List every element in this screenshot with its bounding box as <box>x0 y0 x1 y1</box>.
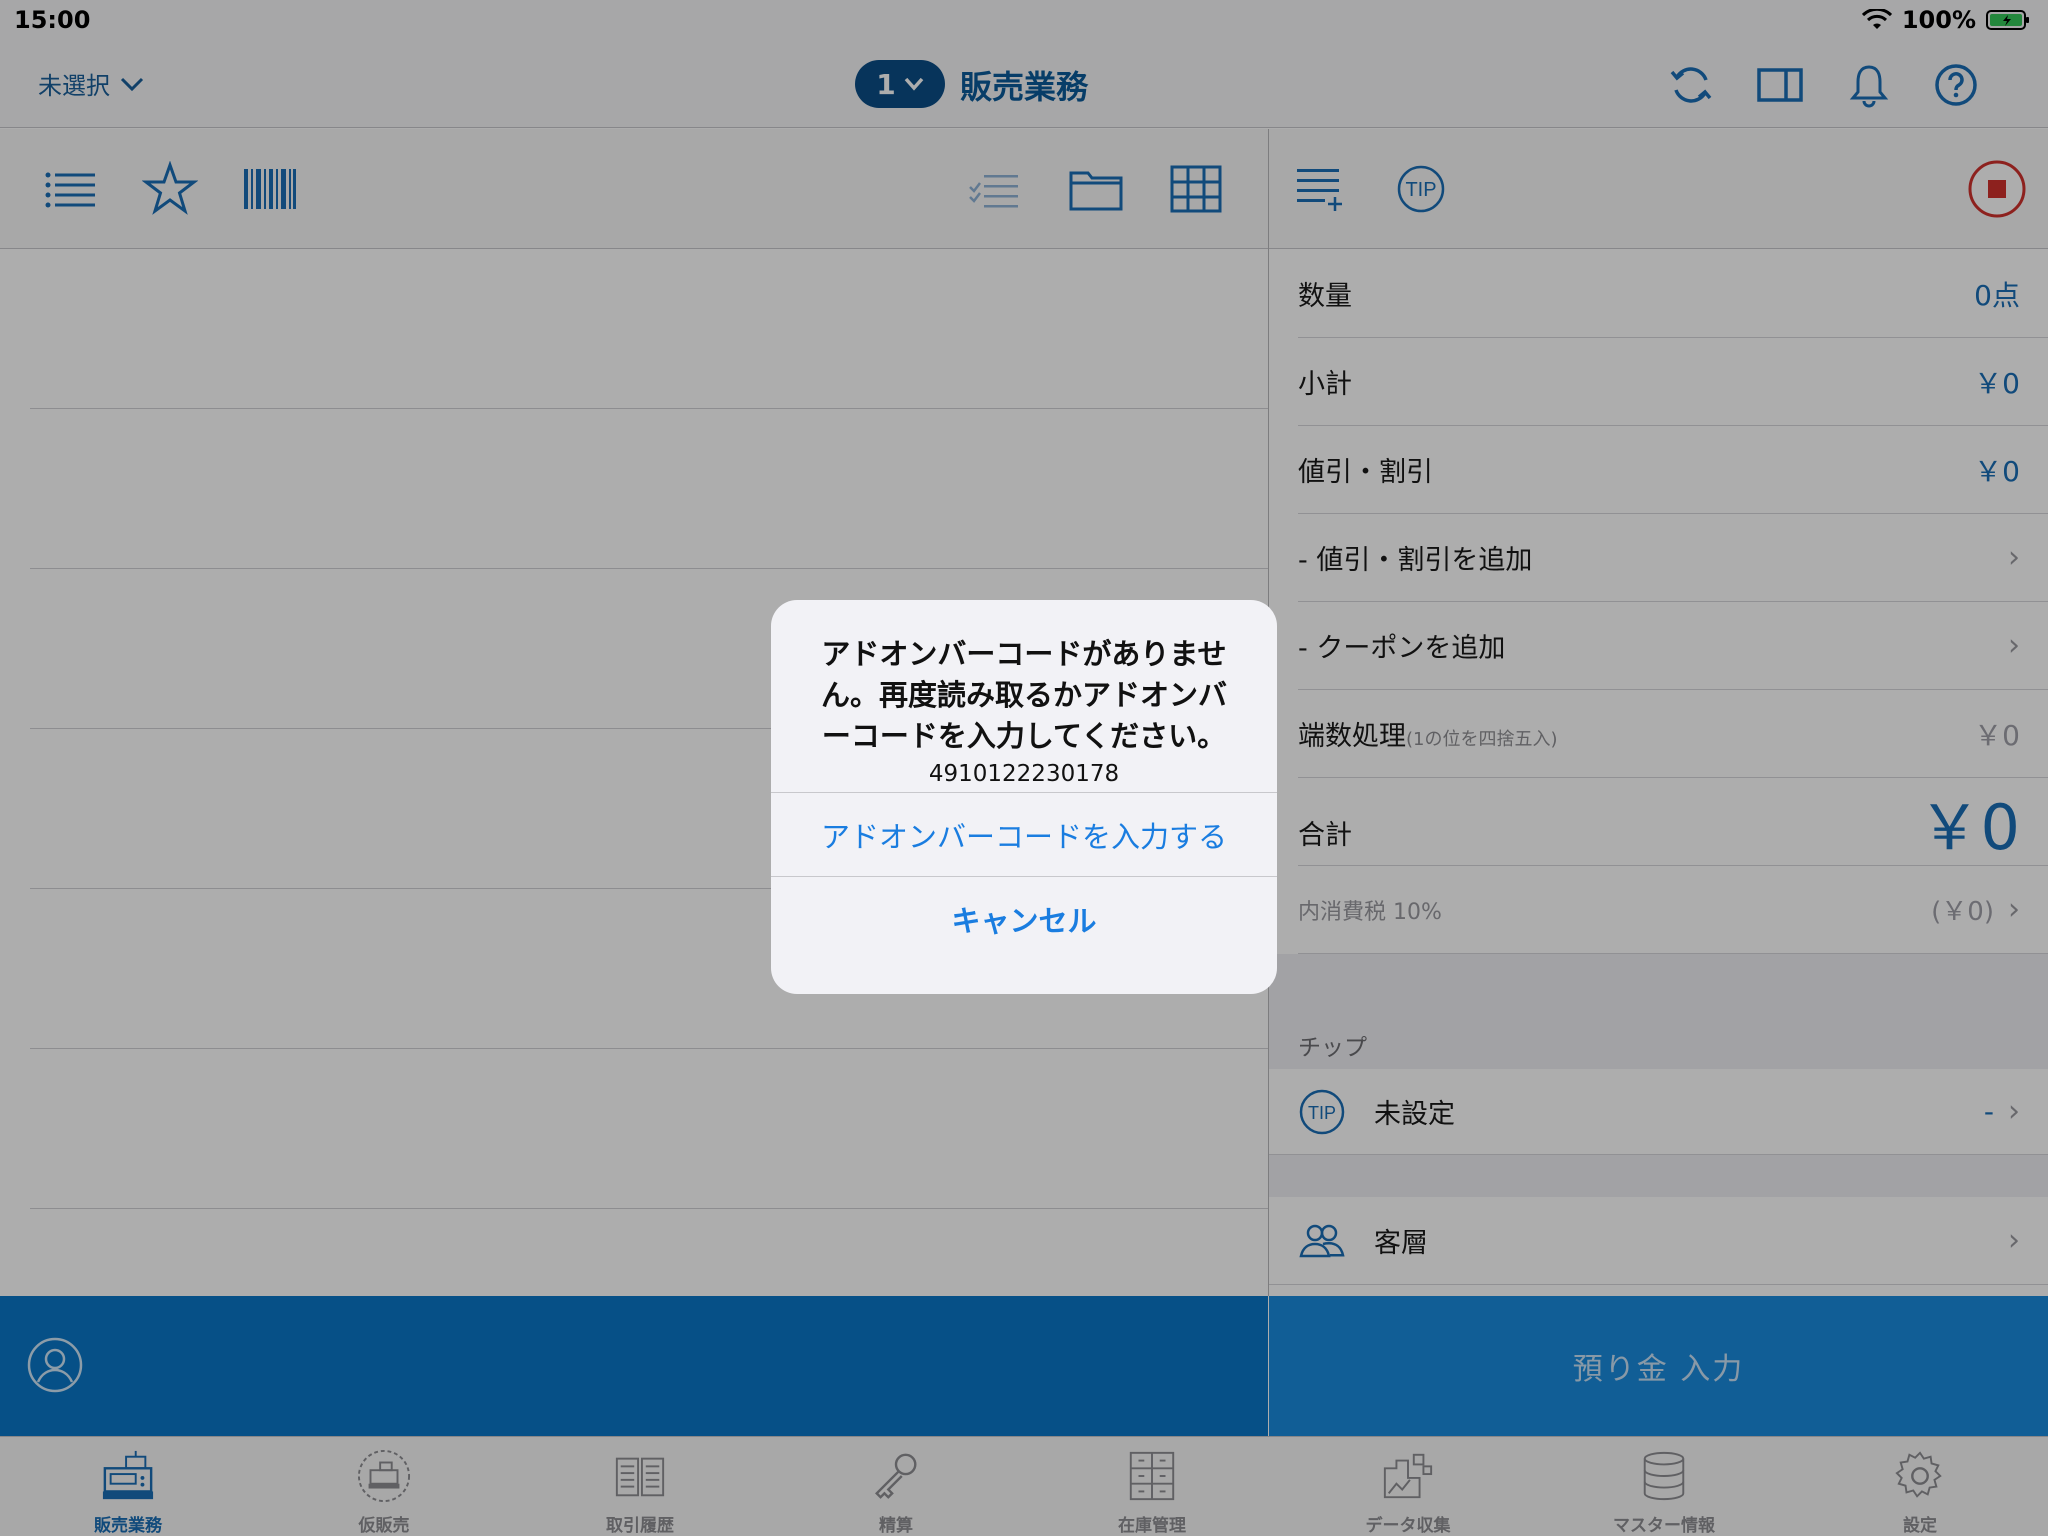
cancel-button[interactable]: キャンセル <box>771 876 1277 960</box>
cancel-label: キャンセル <box>951 903 1097 938</box>
alert-barcode: 4910122230178 <box>928 761 1120 787</box>
enter-addon-barcode-button[interactable]: アドオンバーコードを入力する <box>771 792 1277 876</box>
alert-message-text: アドオンバーコードがありません。再度読み取るかアドオンバーコードを入力してくださ… <box>820 637 1227 753</box>
addon-barcode-alert: アドオンバーコードがありません。再度読み取るかアドオンバーコードを入力してくださ… <box>771 600 1277 994</box>
alert-message: アドオンバーコードがありません。再度読み取るかアドオンバーコードを入力してくださ… <box>771 600 1277 792</box>
enter-addon-barcode-label: アドオンバーコードを入力する <box>820 819 1227 854</box>
